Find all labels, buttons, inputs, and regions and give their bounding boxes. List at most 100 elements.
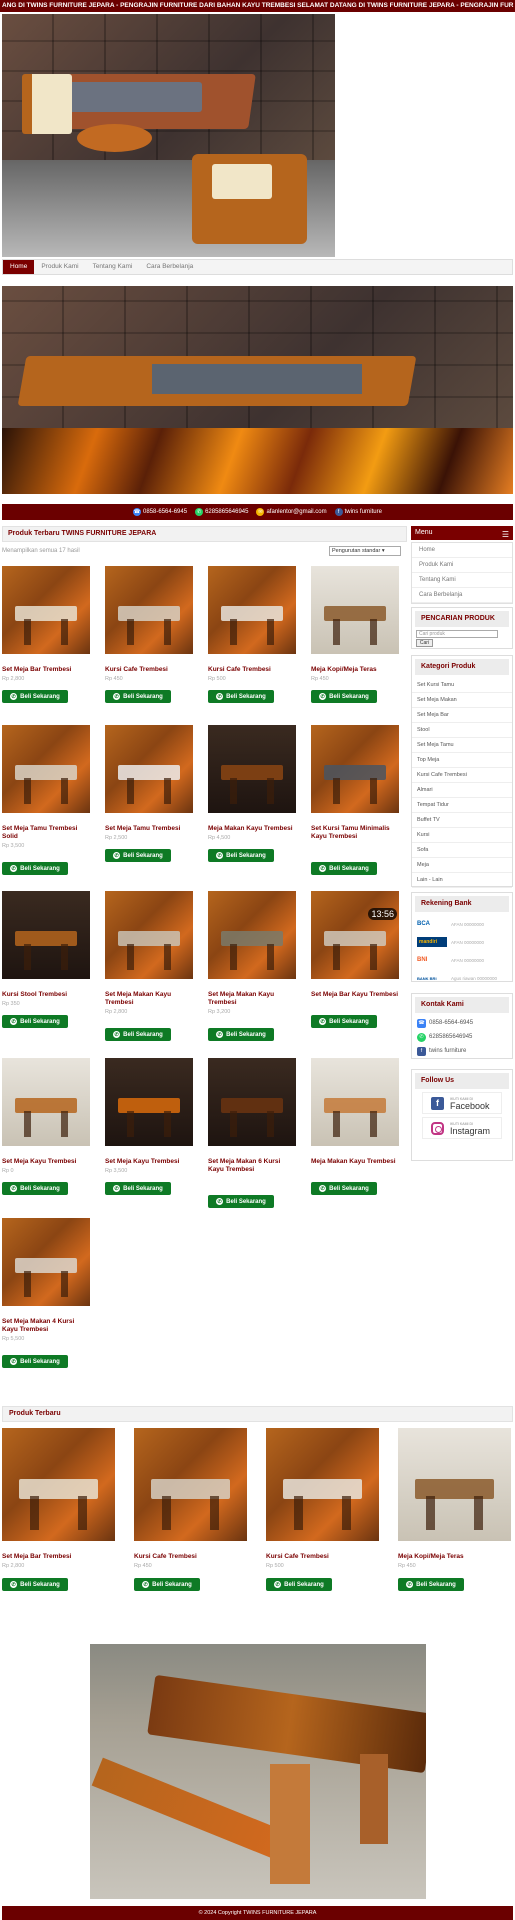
- follow-facebook-button[interactable]: f IKUTI KAMI DI Facebook: [422, 1092, 502, 1114]
- buy-now-button[interactable]: ✆ Beli Sekarang: [311, 862, 377, 875]
- search-button[interactable]: Cari: [416, 639, 433, 647]
- product-image[interactable]: [105, 1058, 193, 1146]
- buy-now-button[interactable]: ✆ Beli Sekarang: [105, 849, 171, 862]
- category-item[interactable]: Sofa: [412, 843, 512, 858]
- buy-now-button[interactable]: ✆ Beli Sekarang: [2, 1578, 68, 1591]
- category-item[interactable]: Set Meja Makan: [412, 693, 512, 708]
- buy-now-button[interactable]: ✆ Beli Sekarang: [398, 1578, 464, 1591]
- sidebar-facebook[interactable]: f twins furniture: [412, 1044, 512, 1058]
- buy-now-button[interactable]: ✆ Beli Sekarang: [311, 690, 377, 703]
- buy-now-button[interactable]: ✆ Beli Sekarang: [2, 1182, 68, 1195]
- product-image[interactable]: [311, 1058, 399, 1146]
- product-name[interactable]: Kursi Cafe Trembesi: [134, 1553, 247, 1561]
- buy-now-button[interactable]: ✆ Beli Sekarang: [105, 690, 171, 703]
- sidebar-item-produk-kami[interactable]: Produk Kami: [412, 558, 512, 573]
- product-image[interactable]: [208, 1058, 296, 1146]
- contact-whatsapp[interactable]: ✆ 6285865646945: [195, 508, 248, 516]
- buy-now-button[interactable]: ✆ Beli Sekarang: [2, 1355, 68, 1368]
- product-image[interactable]: [2, 1218, 90, 1306]
- product-image[interactable]: [2, 1428, 115, 1541]
- product-name[interactable]: Meja Makan Kayu Trembesi: [208, 825, 296, 833]
- product-image[interactable]: [2, 1058, 90, 1146]
- buy-now-button[interactable]: ✆ Beli Sekarang: [208, 690, 274, 703]
- nav-tentang-kami[interactable]: Tentang Kami: [86, 260, 140, 274]
- product-name[interactable]: Kursi Stool Trembesi: [2, 991, 90, 999]
- buy-now-button[interactable]: ✆ Beli Sekarang: [2, 862, 68, 875]
- product-name[interactable]: Set Meja Bar Kayu Trembesi: [311, 991, 399, 999]
- sidebar-item-home[interactable]: Home: [412, 543, 512, 558]
- product-image[interactable]: [2, 891, 90, 979]
- sort-select[interactable]: Pengurutan standar ▾: [329, 546, 401, 556]
- whatsapp-icon: ✆: [417, 1032, 426, 1042]
- product-image[interactable]: [208, 891, 296, 979]
- sidebar-whatsapp[interactable]: ✆ 6285865646945: [412, 1030, 512, 1044]
- follow-instagram-button[interactable]: IKUTI KAMI DI Instagram: [422, 1117, 502, 1139]
- product-name[interactable]: Meja Makan Kayu Trembesi: [311, 1158, 399, 1166]
- category-item[interactable]: Set Kursi Tamu: [412, 678, 512, 693]
- buy-now-button[interactable]: ✆ Beli Sekarang: [105, 1182, 171, 1195]
- category-item[interactable]: Tempat Tidur: [412, 798, 512, 813]
- product-image[interactable]: [2, 566, 90, 654]
- buy-now-button[interactable]: ✆ Beli Sekarang: [208, 849, 274, 862]
- sidebar-phone[interactable]: ☎ 0858-6564-6945: [412, 1016, 512, 1030]
- product-image[interactable]: [105, 725, 193, 813]
- product-name[interactable]: Set Meja Tamu Trembesi: [105, 825, 193, 833]
- product-name[interactable]: Kursi Cafe Trembesi: [266, 1553, 379, 1561]
- buy-now-button[interactable]: ✆ Beli Sekarang: [266, 1578, 332, 1591]
- sidebar-item-cara-berbelanja[interactable]: Cara Berbelanja: [412, 588, 512, 603]
- product-name[interactable]: Kursi Cafe Trembesi: [105, 666, 193, 674]
- product-image[interactable]: [398, 1428, 511, 1541]
- contact-email[interactable]: ✉ afanlentor@gmail.com: [256, 508, 327, 516]
- product-name[interactable]: Set Meja Kayu Trembesi: [105, 1158, 193, 1166]
- product-image[interactable]: [105, 891, 193, 979]
- category-item[interactable]: Set Meja Tamu: [412, 738, 512, 753]
- product-name[interactable]: Set Meja Bar Trembesi: [2, 666, 90, 674]
- result-count: Menampilkan semua 17 hasil: [2, 548, 80, 554]
- product-image[interactable]: [311, 725, 399, 813]
- search-input[interactable]: Cari produk: [416, 630, 498, 638]
- product-name[interactable]: Set Meja Kayu Trembesi: [2, 1158, 90, 1166]
- product-name[interactable]: Set Meja Makan Kayu Trembesi: [105, 991, 193, 1007]
- product-image[interactable]: [105, 566, 193, 654]
- buy-now-button[interactable]: ✆ Beli Sekarang: [311, 1182, 377, 1195]
- product-name[interactable]: Set Meja Makan Kayu Trembesi: [208, 991, 296, 1007]
- product-name[interactable]: Set Meja Tamu Trembesi Solid: [2, 825, 90, 841]
- buy-now-button[interactable]: ✆ Beli Sekarang: [311, 1015, 377, 1028]
- category-item[interactable]: Lain - Lain: [412, 873, 512, 888]
- buy-now-button[interactable]: ✆ Beli Sekarang: [208, 1028, 274, 1041]
- category-item[interactable]: Kursi Cafe Trembesi: [412, 768, 512, 783]
- category-item[interactable]: Kursi: [412, 828, 512, 843]
- nav-produk-kami[interactable]: Produk Kami: [34, 260, 85, 274]
- contact-phone[interactable]: ☎ 0858-6564-6945: [133, 508, 187, 516]
- product-name[interactable]: Set Kursi Tamu Minimalis Kayu Trembesi: [311, 825, 399, 841]
- product-name[interactable]: Meja Kopi/Meja Teras: [311, 666, 399, 674]
- category-item[interactable]: Almari: [412, 783, 512, 798]
- sidebar-item-tentang-kami[interactable]: Tentang Kami: [412, 573, 512, 588]
- product-image[interactable]: [208, 566, 296, 654]
- product-image[interactable]: 13:56: [311, 891, 399, 979]
- category-item[interactable]: Top Meja: [412, 753, 512, 768]
- buy-now-button[interactable]: ✆ Beli Sekarang: [2, 690, 68, 703]
- buy-now-button[interactable]: ✆ Beli Sekarang: [208, 1195, 274, 1208]
- nav-home[interactable]: Home: [3, 260, 35, 274]
- category-item[interactable]: Set Meja Bar: [412, 708, 512, 723]
- product-image[interactable]: [208, 725, 296, 813]
- menu-list-icon[interactable]: ☰: [502, 528, 509, 542]
- buy-now-button[interactable]: ✆ Beli Sekarang: [105, 1028, 171, 1041]
- product-image[interactable]: [134, 1428, 247, 1541]
- category-item[interactable]: Buffet TV: [412, 813, 512, 828]
- product-image[interactable]: [311, 566, 399, 654]
- product-name[interactable]: Set Meja Makan 6 Kursi Kayu Trembesi: [208, 1158, 296, 1174]
- product-image[interactable]: [2, 725, 90, 813]
- buy-now-button[interactable]: ✆ Beli Sekarang: [2, 1015, 68, 1028]
- product-name[interactable]: Meja Kopi/Meja Teras: [398, 1553, 511, 1561]
- buy-now-button[interactable]: ✆ Beli Sekarang: [134, 1578, 200, 1591]
- contact-facebook[interactable]: f twins furniture: [334, 508, 382, 516]
- category-item[interactable]: Meja: [412, 858, 512, 873]
- product-name[interactable]: Kursi Cafe Trembesi: [208, 666, 296, 674]
- nav-cara-berbelanja[interactable]: Cara Berbelanja: [139, 260, 200, 274]
- product-image[interactable]: [266, 1428, 379, 1541]
- product-name[interactable]: Set Meja Bar Trembesi: [2, 1553, 115, 1561]
- category-item[interactable]: Stool: [412, 723, 512, 738]
- product-name[interactable]: Set Meja Makan 4 Kursi Kayu Trembesi: [2, 1318, 90, 1334]
